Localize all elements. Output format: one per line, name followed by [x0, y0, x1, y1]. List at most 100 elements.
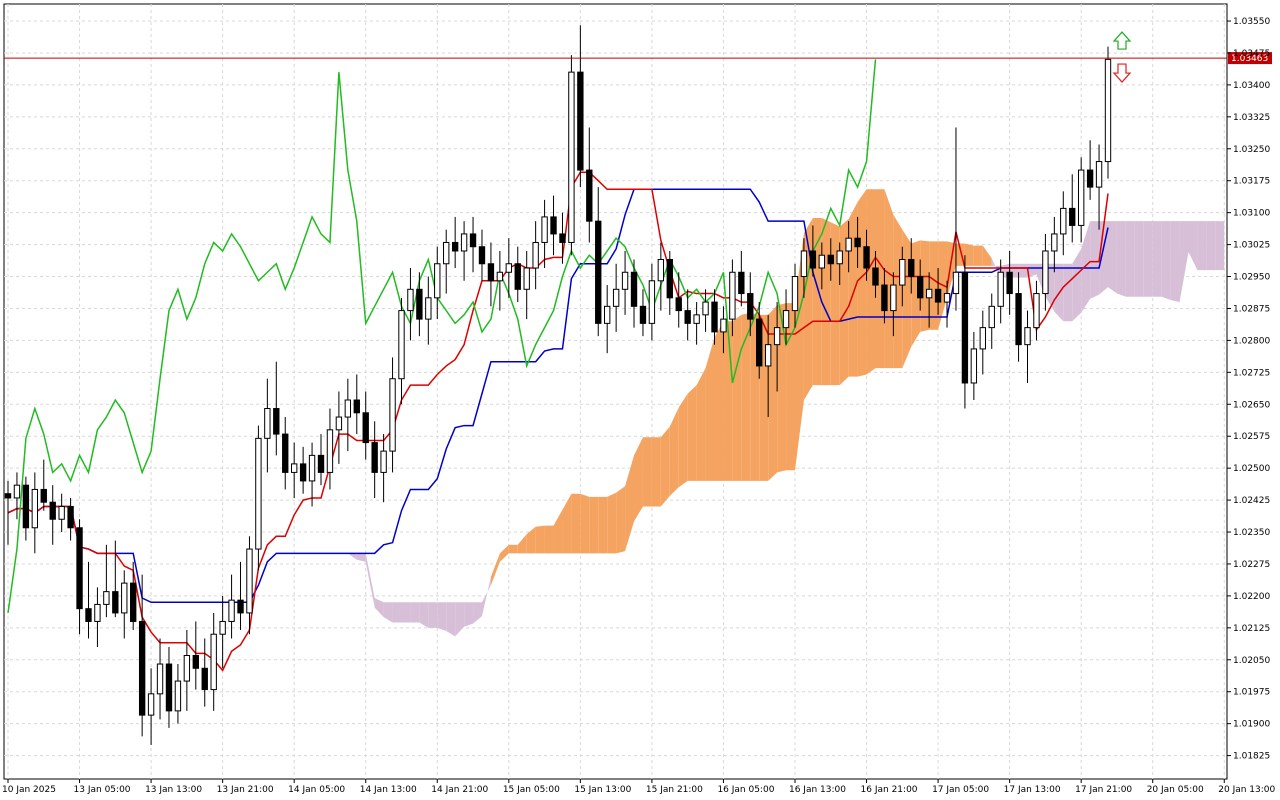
candle-bullish[interactable]: [31, 488, 39, 529]
candle-bullish[interactable]: [836, 250, 843, 265]
candle-bearish[interactable]: [112, 591, 119, 614]
candle-bullish[interactable]: [1042, 250, 1049, 295]
candle-bearish[interactable]: [469, 233, 477, 248]
candle-bullish[interactable]: [693, 314, 700, 324]
candle-bullish[interactable]: [818, 254, 826, 269]
candle-bullish[interactable]: [782, 310, 790, 329]
candle-bullish[interactable]: [460, 233, 468, 252]
candle-bearish[interactable]: [684, 310, 691, 324]
candle-bullish[interactable]: [612, 288, 620, 307]
candle-bearish[interactable]: [49, 501, 56, 520]
candle-bearish[interactable]: [67, 505, 74, 529]
candle-bearish[interactable]: [451, 241, 459, 252]
candle-bearish[interactable]: [165, 663, 173, 712]
candle-bearish[interactable]: [559, 233, 566, 243]
candle-bearish[interactable]: [371, 442, 378, 473]
candle-bullish[interactable]: [174, 680, 182, 712]
candle-bullish[interactable]: [210, 633, 217, 691]
candle-bearish[interactable]: [76, 527, 83, 610]
candle-bullish[interactable]: [925, 288, 933, 299]
candle-bearish[interactable]: [908, 258, 915, 278]
candle-bearish[interactable]: [747, 293, 754, 320]
candle-bullish[interactable]: [344, 399, 352, 418]
candle-bullish[interactable]: [979, 327, 986, 350]
candle-bullish[interactable]: [648, 280, 656, 324]
candle-bearish[interactable]: [478, 246, 486, 265]
candle-bearish[interactable]: [809, 250, 817, 269]
candle-bullish[interactable]: [443, 241, 450, 265]
candle-bullish[interactable]: [407, 288, 414, 312]
candle-bullish[interactable]: [890, 284, 897, 312]
candle-bearish[interactable]: [1069, 207, 1076, 226]
candle-bullish[interactable]: [147, 693, 155, 716]
candle-bearish[interactable]: [827, 254, 834, 265]
price-axis[interactable]: 1.03550 1.03475 1.03400 1.03325 1.03250 1.031…: [1227, 17, 1270, 762]
candle-bullish[interactable]: [228, 599, 235, 622]
candle-bearish[interactable]: [854, 237, 861, 248]
candle-bullish[interactable]: [290, 463, 298, 473]
candle-bearish[interactable]: [4, 493, 12, 499]
arrow-down-icon[interactable]: [1112, 63, 1132, 83]
candle-bearish[interactable]: [273, 408, 280, 435]
candle-bullish[interactable]: [1051, 233, 1058, 252]
candle-bullish[interactable]: [791, 276, 799, 312]
candle-bullish[interactable]: [103, 591, 110, 605]
candle-bearish[interactable]: [487, 263, 495, 282]
candle-bearish[interactable]: [1015, 293, 1022, 346]
candle-bullish[interactable]: [264, 408, 271, 439]
candle-bullish[interactable]: [773, 327, 781, 346]
candle-bullish[interactable]: [1060, 207, 1067, 235]
candle-bearish[interactable]: [595, 220, 602, 324]
candle-bullish[interactable]: [13, 484, 21, 499]
candle-bullish[interactable]: [532, 241, 539, 269]
candle-bullish[interactable]: [729, 271, 736, 320]
candle-bearish[interactable]: [917, 276, 924, 299]
candle-bullish[interactable]: [255, 437, 262, 550]
candle-bullish[interactable]: [568, 71, 575, 243]
candle-bearish[interactable]: [282, 433, 289, 473]
candle-bearish[interactable]: [317, 454, 325, 473]
candle-bullish[interactable]: [94, 603, 101, 622]
candle-bearish[interactable]: [863, 246, 870, 269]
candle-bullish[interactable]: [764, 344, 772, 367]
candle-bearish[interactable]: [192, 655, 199, 669]
candle-bearish[interactable]: [40, 488, 47, 503]
candle-bullish[interactable]: [389, 378, 396, 452]
candle-bullish[interactable]: [1104, 58, 1112, 163]
candle-bearish[interactable]: [130, 582, 137, 622]
candle-bearish[interactable]: [299, 463, 307, 482]
candle-bearish[interactable]: [362, 412, 369, 444]
candle-bearish[interactable]: [577, 71, 584, 171]
candle-bearish[interactable]: [237, 599, 244, 614]
candle-bearish[interactable]: [1086, 169, 1094, 188]
candle-bearish[interactable]: [756, 318, 763, 367]
candle-bullish[interactable]: [156, 663, 164, 695]
time-axis[interactable]: 10 Jan 2025 13 Jan 05:00 13 Jan 13:00 13 Ja…: [2, 779, 1276, 795]
candle-bearish[interactable]: [881, 284, 888, 312]
candle-bullish[interactable]: [621, 271, 629, 290]
candle-bullish[interactable]: [943, 293, 951, 303]
candle-bearish[interactable]: [138, 620, 146, 716]
candle-bearish[interactable]: [586, 169, 593, 222]
candle-bullish[interactable]: [219, 620, 226, 635]
candle-bullish[interactable]: [720, 318, 727, 333]
candle-bullish[interactable]: [183, 655, 191, 682]
candle-bullish[interactable]: [899, 258, 906, 286]
candle-bearish[interactable]: [872, 267, 879, 286]
candle-bearish[interactable]: [738, 271, 745, 295]
candle-bullish[interactable]: [434, 263, 441, 299]
candle-bearish[interactable]: [639, 305, 647, 324]
candle-bullish[interactable]: [425, 297, 432, 320]
candle-bullish[interactable]: [1095, 161, 1103, 188]
candle-bullish[interactable]: [1033, 293, 1040, 329]
candle-bearish[interactable]: [711, 301, 718, 333]
candle-bullish[interactable]: [970, 348, 978, 384]
candle-bullish[interactable]: [58, 505, 65, 520]
candle-bearish[interactable]: [934, 288, 942, 303]
candle-bearish[interactable]: [22, 484, 30, 529]
candle-bullish[interactable]: [988, 305, 995, 329]
candle-bullish[interactable]: [1024, 327, 1031, 346]
candle-bullish[interactable]: [496, 271, 504, 282]
candle-bullish[interactable]: [800, 250, 808, 278]
arrow-up-icon[interactable]: [1112, 31, 1132, 50]
